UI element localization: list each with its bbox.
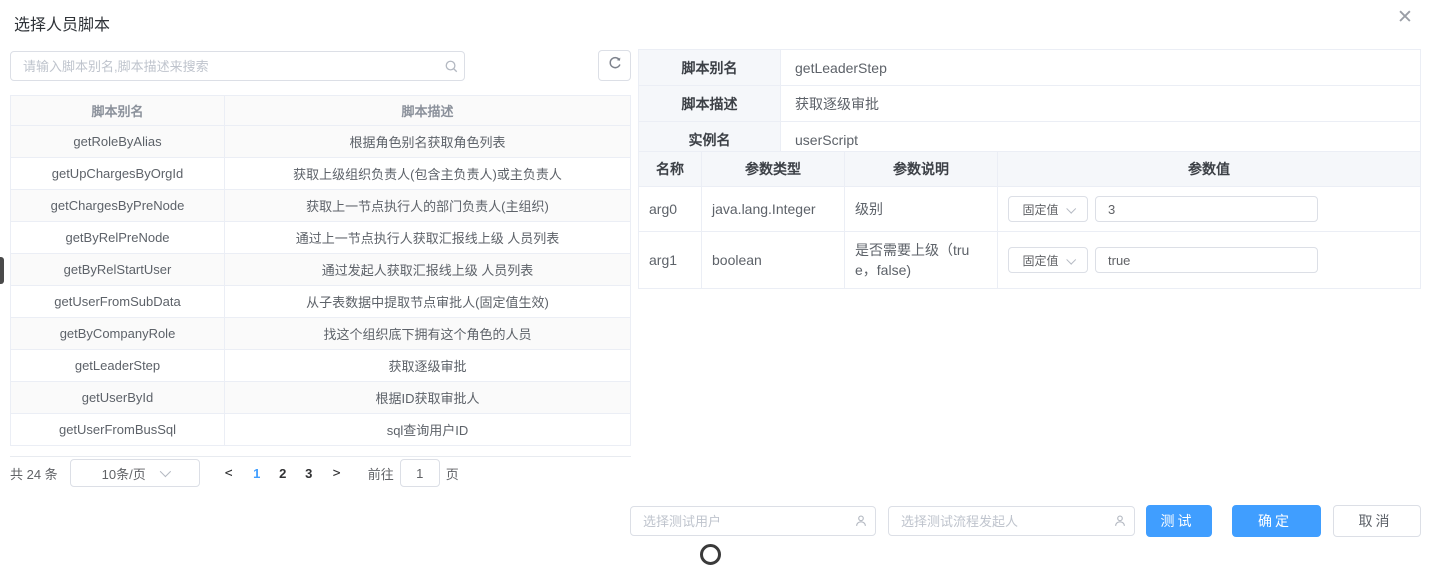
- chevron-down-icon: [1065, 254, 1076, 265]
- params-table: 名称 参数类型 参数说明 参数值 arg0 java.lang.Integer …: [638, 151, 1421, 289]
- column-header-alias: 脚本别名: [10, 95, 225, 126]
- detail-label: 脚本别名: [638, 49, 781, 86]
- value-mode-label: 固定值: [1022, 202, 1059, 217]
- script-desc-cell: 获取上级组织负责人(包含主负责人)或主负责人: [224, 157, 631, 190]
- goto-page-suffix: 页: [445, 466, 459, 482]
- script-desc-cell: 获取上一节点执行人的部门负责人(主组织): [224, 189, 631, 222]
- params-header-row: 名称 参数类型 参数说明 参数值: [638, 151, 1421, 187]
- script-alias-cell: getRoleByAlias: [10, 125, 225, 158]
- prev-page-button[interactable]: <: [214, 466, 244, 481]
- value-mode-select[interactable]: 固定值: [1008, 247, 1088, 273]
- param-value-cell: 固定值: [997, 186, 1421, 232]
- page-number-2[interactable]: 2: [270, 466, 296, 481]
- param-name: arg0: [638, 186, 702, 232]
- page-size-select[interactable]: 10条/页: [69, 459, 200, 487]
- script-alias-cell: getUserFromSubData: [10, 285, 225, 318]
- test-initiator-field: [888, 506, 1135, 536]
- script-table-row[interactable]: getRoleByAlias 根据角色别名获取角色列表: [10, 125, 631, 158]
- script-table-row[interactable]: getUserById 根据ID获取审批人: [10, 381, 631, 414]
- script-table-row[interactable]: getChargesByPreNode 获取上一节点执行人的部门负责人(主组织): [10, 189, 631, 222]
- script-table-row[interactable]: getUserFromBusSql sql查询用户ID: [10, 413, 631, 446]
- search-icon: [438, 59, 464, 74]
- detail-value: getLeaderStep: [780, 49, 1421, 86]
- user-icon: [847, 514, 875, 528]
- script-table-row[interactable]: getByRelStartUser 通过发起人获取汇报线上级 人员列表: [10, 253, 631, 286]
- param-value-input[interactable]: [1095, 196, 1318, 222]
- left-edge-artifact: [0, 257, 4, 284]
- script-table-row[interactable]: getByRelPreNode 通过上一节点执行人获取汇报线上级 人员列表: [10, 221, 631, 254]
- script-desc-cell: 根据ID获取审批人: [224, 381, 631, 414]
- script-table-row[interactable]: getLeaderStep 获取逐级审批: [10, 349, 631, 382]
- total-count-label: 共 24 条: [10, 466, 58, 482]
- script-table-row[interactable]: getUserFromSubData 从子表数据中提取节点审批人(固定值生效): [10, 285, 631, 318]
- param-desc: 是否需要上级（true，false): [844, 231, 998, 289]
- test-button[interactable]: 测试: [1146, 505, 1212, 537]
- script-alias-cell: getByRelPreNode: [10, 221, 225, 254]
- script-desc-cell: 通过上一节点执行人获取汇报线上级 人员列表: [224, 221, 631, 254]
- test-initiator-input[interactable]: [889, 513, 1106, 529]
- refresh-icon: [607, 55, 623, 76]
- script-desc-cell: 找这个组织底下拥有这个角色的人员: [224, 317, 631, 350]
- bottom-edge-spinner-arc: [700, 544, 721, 565]
- script-alias-cell: getUserById: [10, 381, 225, 414]
- script-table-row[interactable]: getByCompanyRole 找这个组织底下拥有这个角色的人员: [10, 317, 631, 350]
- chevron-down-icon: [1065, 203, 1076, 214]
- script-alias-cell: getChargesByPreNode: [10, 189, 225, 222]
- param-value-cell: 固定值: [997, 231, 1421, 289]
- script-desc-cell: 根据角色别名获取角色列表: [224, 125, 631, 158]
- script-detail-table: 脚本别名 getLeaderStep 脚本描述 获取逐级审批 实例名 userS…: [638, 49, 1421, 158]
- param-row-arg0: arg0 java.lang.Integer 级别 固定值: [638, 186, 1421, 232]
- script-alias-cell: getByCompanyRole: [10, 317, 225, 350]
- next-page-button[interactable]: >: [322, 466, 352, 481]
- column-header-desc: 参数说明: [844, 151, 998, 187]
- detail-row-alias: 脚本别名 getLeaderStep: [638, 49, 1421, 86]
- close-icon[interactable]: ✕: [1392, 4, 1418, 30]
- page-size-value: 10条/页: [101, 466, 146, 482]
- cancel-button[interactable]: 取消: [1333, 505, 1421, 537]
- script-desc-cell: sql查询用户ID: [224, 413, 631, 446]
- detail-row-desc: 脚本描述 获取逐级审批: [638, 85, 1421, 122]
- script-table-header-row: 脚本别名 脚本描述: [10, 95, 631, 126]
- script-alias-cell: getLeaderStep: [10, 349, 225, 382]
- pagination: 共 24 条 10条/页 < 1 2 3 > 前往 页: [10, 458, 459, 488]
- param-type: java.lang.Integer: [701, 186, 845, 232]
- page-number-1[interactable]: 1: [244, 466, 270, 481]
- user-icon: [1106, 514, 1134, 528]
- goto-page-input[interactable]: [399, 459, 440, 487]
- confirm-button[interactable]: 确定: [1232, 505, 1321, 537]
- search-input[interactable]: [11, 58, 438, 74]
- script-table-row[interactable]: getUpChargesByOrgId 获取上级组织负责人(包含主负责人)或主负…: [10, 157, 631, 190]
- param-name: arg1: [638, 231, 702, 289]
- refresh-button[interactable]: [598, 50, 631, 81]
- value-mode-label: 固定值: [1022, 253, 1059, 268]
- value-mode-select[interactable]: 固定值: [1008, 196, 1088, 222]
- script-list-table: 脚本别名 脚本描述 getRoleByAlias 根据角色别名获取角色列表 ge…: [10, 95, 631, 457]
- script-desc-cell: 从子表数据中提取节点审批人(固定值生效): [224, 285, 631, 318]
- script-search-box: [10, 51, 465, 81]
- test-user-input[interactable]: [631, 513, 847, 529]
- column-header-name: 名称: [638, 151, 702, 187]
- script-desc-cell: 获取逐级审批: [224, 349, 631, 382]
- script-alias-cell: getUserFromBusSql: [10, 413, 225, 446]
- detail-label: 脚本描述: [638, 85, 781, 122]
- page-number-3[interactable]: 3: [296, 466, 322, 481]
- column-header-desc: 脚本描述: [224, 95, 631, 126]
- script-alias-cell: getByRelStartUser: [10, 253, 225, 286]
- page-title: 选择人员脚本: [14, 17, 111, 34]
- param-value-input[interactable]: [1095, 247, 1318, 273]
- param-desc: 级别: [844, 186, 998, 232]
- script-alias-cell: getUpChargesByOrgId: [10, 157, 225, 190]
- detail-value: 获取逐级审批: [780, 85, 1421, 122]
- column-header-type: 参数类型: [701, 151, 845, 187]
- column-header-value: 参数值: [997, 151, 1421, 187]
- script-desc-cell: 通过发起人获取汇报线上级 人员列表: [224, 253, 631, 286]
- chevron-down-icon: [159, 465, 171, 478]
- param-type: boolean: [701, 231, 845, 289]
- goto-page-label: 前往: [367, 466, 394, 482]
- param-row-arg1: arg1 boolean 是否需要上级（true，false) 固定值: [638, 231, 1421, 289]
- test-user-field: [630, 506, 876, 536]
